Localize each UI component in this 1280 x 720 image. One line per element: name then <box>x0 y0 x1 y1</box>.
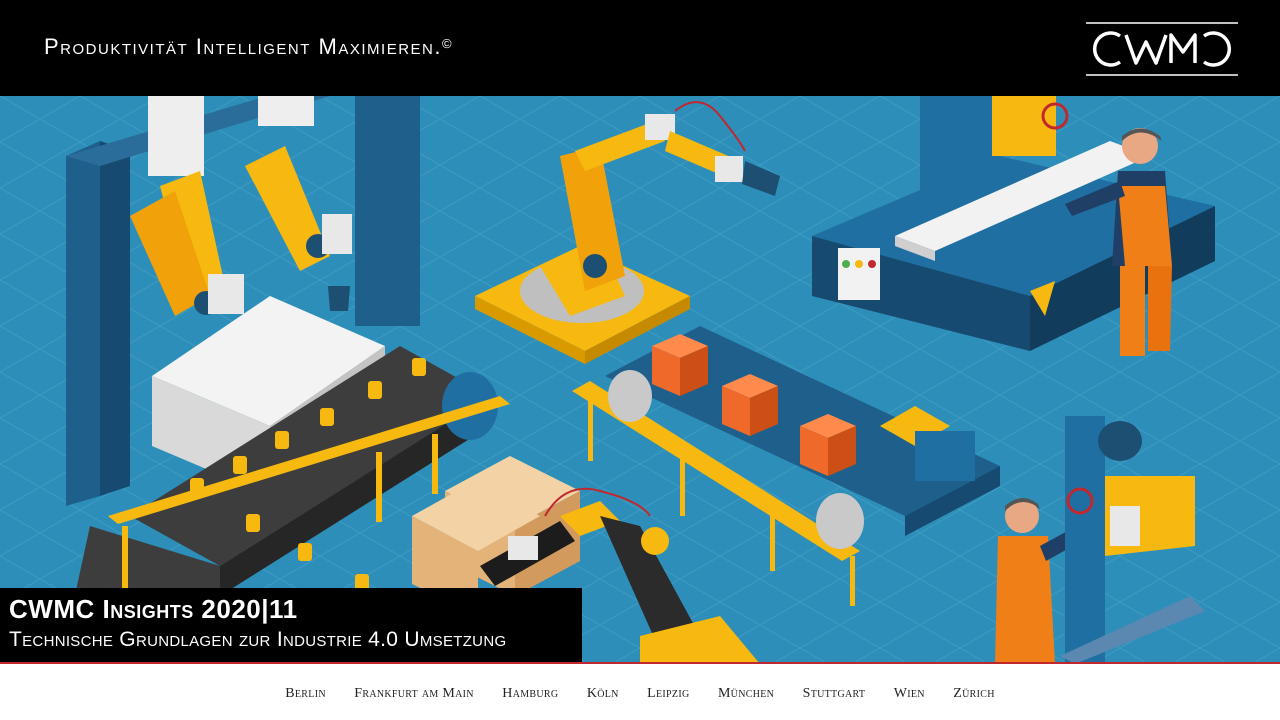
city-link-muenchen[interactable]: München <box>718 686 774 702</box>
cwmc-logo[interactable] <box>1086 22 1238 76</box>
insights-title: CWMC Insights 2020|11 <box>9 594 298 624</box>
city-link-leipzig[interactable]: Leipzig <box>647 686 689 702</box>
city-link-berlin[interactable]: Berlin <box>285 686 326 702</box>
city-link-hamburg[interactable]: Hamburg <box>502 686 558 702</box>
insights-subtitle: Technische Grundlagen zur Industrie 4.0 … <box>9 628 507 651</box>
copyright-mark: © <box>442 36 454 51</box>
insights-title-box: CWMC Insights 2020|11 Technische Grundla… <box>0 588 582 664</box>
city-list: Berlin Frankfurt am Main Hamburg Köln Le… <box>0 684 1280 702</box>
city-link-frankfurt[interactable]: Frankfurt am Main <box>354 686 474 702</box>
top-header-bar: Produktivität Intelligent Maximieren.© <box>0 0 1280 96</box>
city-link-koeln[interactable]: Köln <box>587 686 619 702</box>
tagline: Produktivität Intelligent Maximieren.© <box>44 34 454 59</box>
city-link-zuerich[interactable]: Zürich <box>953 686 994 702</box>
city-link-wien[interactable]: Wien <box>894 686 925 702</box>
factory-illustration <box>0 96 1280 664</box>
city-link-stuttgart[interactable]: Stuttgart <box>803 686 866 702</box>
footer-city-nav: Berlin Frankfurt am Main Hamburg Köln Le… <box>0 664 1280 720</box>
